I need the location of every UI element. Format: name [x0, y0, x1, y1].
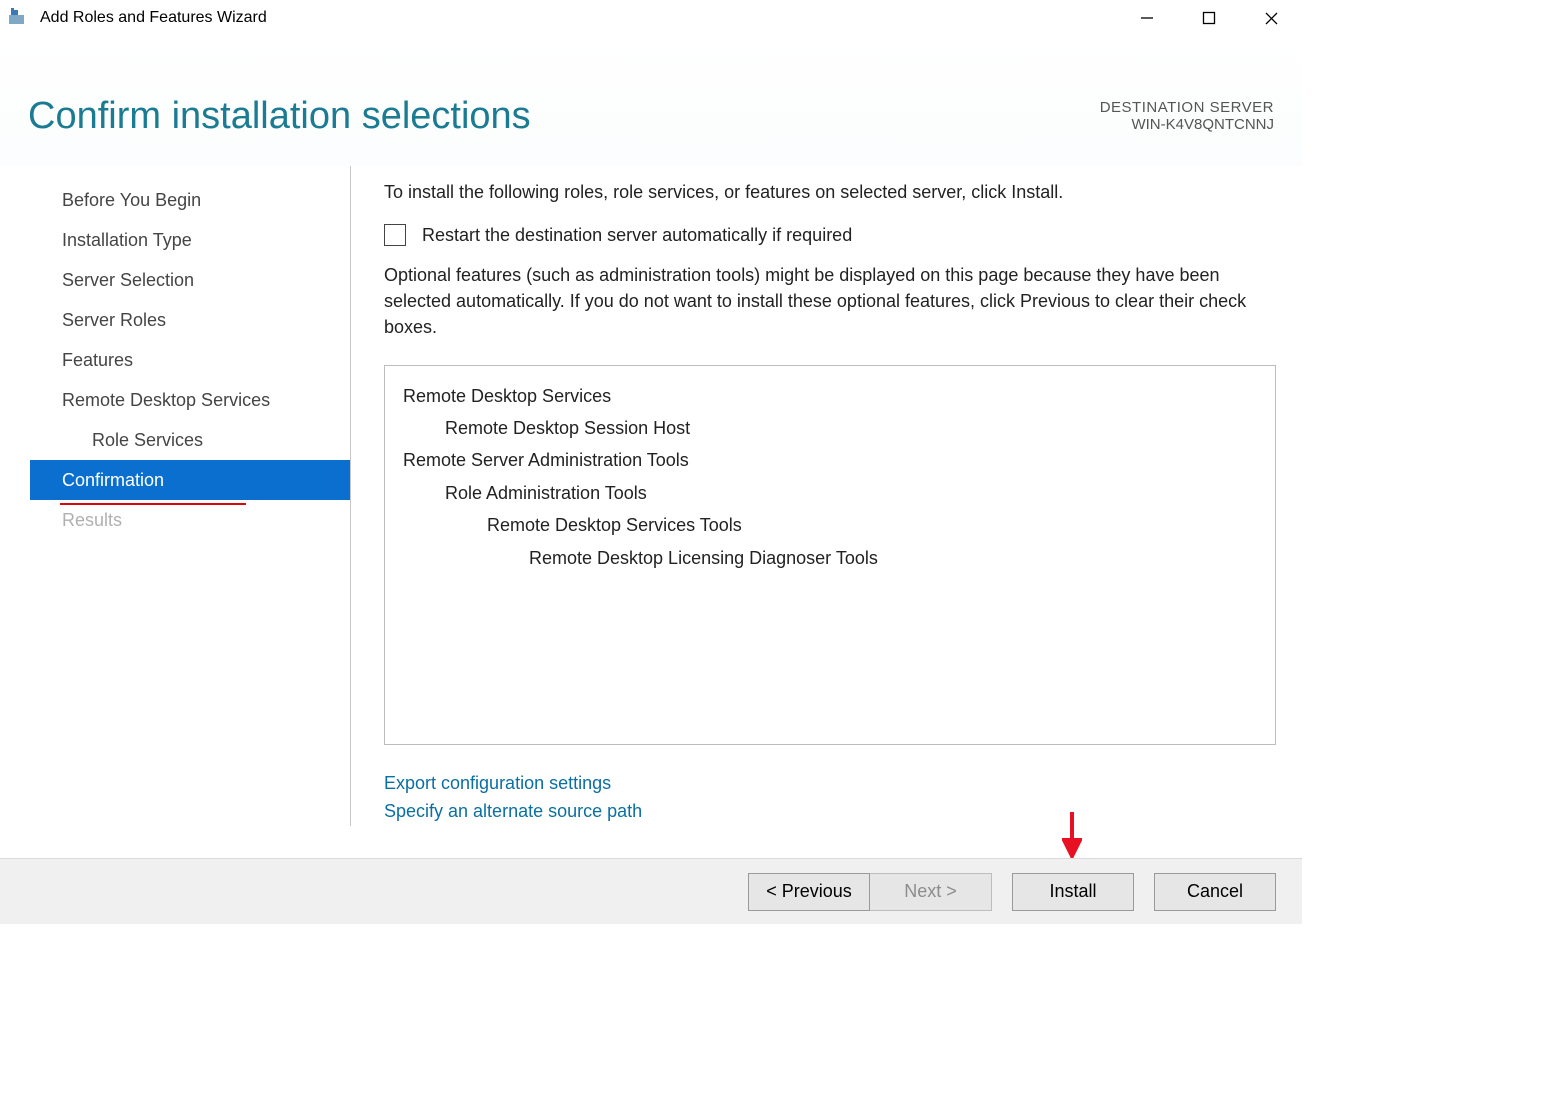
minimize-button[interactable] — [1116, 2, 1178, 34]
window-controls — [1116, 0, 1302, 36]
selection-item: Remote Desktop Session Host — [403, 412, 1257, 444]
restart-checkbox-label: Restart the destination server automatic… — [422, 225, 852, 246]
export-config-link[interactable]: Export configuration settings — [384, 769, 1276, 798]
page-title: Confirm installation selections — [28, 95, 531, 138]
wizard-step-installation-type[interactable]: Installation Type — [30, 220, 350, 260]
wizard-footer: < Previous Next > Install Cancel — [0, 858, 1302, 924]
install-instruction: To install the following roles, role ser… — [384, 180, 1276, 204]
wizard-step-server-roles[interactable]: Server Roles — [30, 300, 350, 340]
titlebar: Add Roles and Features Wizard — [0, 0, 1302, 36]
annotation-underline — [60, 503, 246, 505]
install-button[interactable]: Install — [1012, 873, 1134, 911]
selections-list[interactable]: Remote Desktop ServicesRemote Desktop Se… — [384, 365, 1276, 745]
destination-server-name: WIN-K4V8QNTCNNJ — [1100, 116, 1274, 133]
selection-item: Remote Desktop Services Tools — [403, 509, 1257, 541]
selection-item: Remote Server Administration Tools — [403, 444, 1257, 476]
selection-item: Remote Desktop Services — [403, 380, 1257, 412]
wizard-step-results: Results — [30, 500, 350, 540]
wizard-steps-sidebar: Before You BeginInstallation TypeServer … — [30, 166, 350, 858]
wizard-step-confirmation[interactable]: Confirmation — [30, 460, 350, 500]
wizard-step-before-you-begin[interactable]: Before You Begin — [30, 180, 350, 220]
selection-item: Role Administration Tools — [403, 477, 1257, 509]
restart-checkbox[interactable] — [384, 224, 406, 246]
destination-server-caption: DESTINATION SERVER — [1100, 99, 1274, 116]
wizard-step-features[interactable]: Features — [30, 340, 350, 380]
close-button[interactable] — [1240, 2, 1302, 34]
wizard-header: Confirm installation selections DESTINAT… — [0, 36, 1302, 166]
next-button: Next > — [870, 873, 992, 911]
server-manager-icon — [6, 6, 30, 30]
previous-button[interactable]: < Previous — [748, 873, 870, 911]
window-title: Add Roles and Features Wizard — [40, 9, 267, 27]
cancel-button[interactable]: Cancel — [1154, 873, 1276, 911]
wizard-step-role-services[interactable]: Role Services — [30, 420, 350, 460]
destination-server-label: DESTINATION SERVER WIN-K4V8QNTCNNJ — [1100, 99, 1274, 133]
alternate-source-link[interactable]: Specify an alternate source path — [384, 797, 1276, 826]
selection-item: Remote Desktop Licensing Diagnoser Tools — [403, 542, 1257, 574]
wizard-step-server-selection[interactable]: Server Selection — [30, 260, 350, 300]
wizard-step-remote-desktop-services[interactable]: Remote Desktop Services — [30, 380, 350, 420]
wizard-content: To install the following roles, role ser… — [350, 166, 1302, 858]
optional-features-note: Optional features (such as administratio… — [384, 262, 1276, 340]
maximize-button[interactable] — [1178, 2, 1240, 34]
